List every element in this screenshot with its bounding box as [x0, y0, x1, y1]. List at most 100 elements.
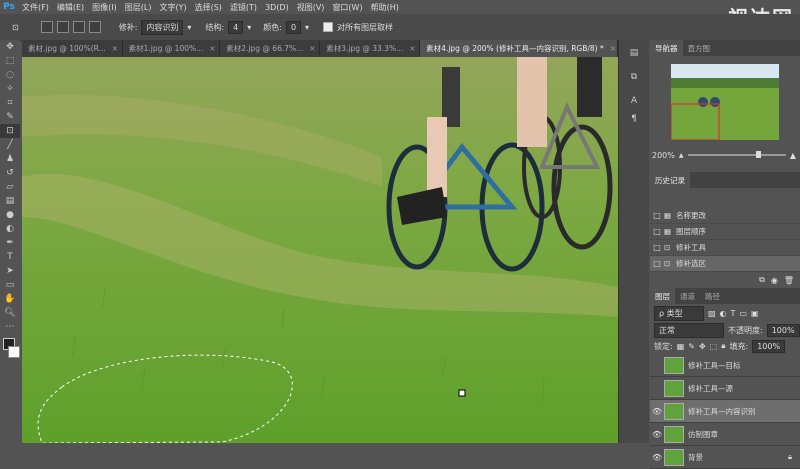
layer-name[interactable]: 修补工具—目标 [688, 360, 741, 371]
layer-name[interactable]: 背景 [688, 452, 703, 463]
history-item[interactable]: □ ▦ 名称更改 [650, 208, 800, 224]
layer-row[interactable]: 👁︎ 背景 🔒︎ [650, 446, 800, 469]
pen-tool-icon[interactable]: ✒ [0, 236, 20, 250]
layer-row[interactable]: 👁︎ 修补工具—内容识别 [650, 400, 800, 423]
type-tool-icon[interactable]: T [0, 250, 20, 264]
menu-3d[interactable]: 3D(D) [261, 3, 293, 12]
tab-navigator[interactable]: 导航器 [650, 40, 683, 56]
menu-select[interactable]: 选择(S) [191, 2, 226, 13]
history-snapshot[interactable] [650, 188, 800, 208]
layer-row[interactable]: 修补工具—目标 [650, 354, 800, 377]
shape-tool-icon[interactable]: ▭ [0, 278, 20, 292]
tab-doc-1[interactable]: 素材1.jpg @ 100%... × [123, 40, 221, 57]
history-checkbox[interactable]: □ [650, 227, 664, 236]
tab-doc-4[interactable]: 素材4.jpg @ 200% (修补工具—内容识别, RGB/8) * × [420, 40, 619, 57]
layer-name[interactable]: 仿制图章 [688, 429, 718, 440]
history-checkbox[interactable]: □ [650, 259, 664, 268]
camera-icon[interactable]: ◉ [771, 276, 778, 285]
lock-transparent-icon[interactable]: ▦ [677, 342, 685, 351]
eye-icon[interactable]: 👁︎ [650, 430, 664, 439]
path-select-icon[interactable]: ➤ [0, 264, 20, 278]
lock-move-icon[interactable]: ✥ [699, 342, 706, 351]
history-checkbox[interactable]: □ [650, 243, 664, 252]
filter-adjust-icon[interactable]: ◐ [720, 309, 727, 318]
paragraph-panel-icon[interactable]: ¶ [619, 112, 649, 126]
menu-layer[interactable]: 图层(L) [121, 2, 156, 13]
layer-row[interactable]: 修补工具—源 [650, 377, 800, 400]
filter-type-icon[interactable]: T [731, 309, 736, 318]
patch-tool-icon[interactable]: ⊡ [0, 124, 20, 138]
history-item[interactable]: □ ⊡ 修补选区 [650, 256, 800, 272]
blur-tool-icon[interactable]: ● [0, 208, 20, 222]
tab-doc-2[interactable]: 素材2.jpg @ 66.7%... × [220, 40, 321, 57]
layer-name[interactable]: 修补工具—源 [688, 383, 733, 394]
lock-paint-icon[interactable]: ✎ [688, 342, 695, 351]
eye-icon[interactable]: 👁︎ [650, 407, 664, 416]
lock-all-icon[interactable]: 🔒︎ [721, 341, 725, 351]
close-icon[interactable]: × [112, 44, 118, 53]
zoom-tool-icon[interactable]: 🔍︎ [0, 306, 20, 320]
gradient-tool-icon[interactable]: ▤ [0, 194, 20, 208]
menu-window[interactable]: 窗口(W) [328, 2, 366, 13]
color-input[interactable]: 0 [285, 20, 302, 34]
background-color-swatch[interactable] [8, 346, 20, 358]
structure-input[interactable]: 4 [228, 20, 244, 34]
new-document-icon[interactable]: ⧉ [759, 275, 765, 285]
history-panel-icon[interactable]: ▤ [619, 46, 649, 60]
opacity-input[interactable]: 100% [766, 323, 800, 337]
intersect-selection-button[interactable] [88, 21, 101, 33]
trash-icon[interactable]: 🗑︎ [784, 276, 794, 285]
history-item[interactable]: □ ▦ 图层顺序 [650, 224, 800, 240]
subtract-selection-button[interactable] [72, 21, 85, 33]
menu-edit[interactable]: 编辑(E) [53, 2, 88, 13]
close-icon[interactable]: × [610, 44, 616, 53]
menu-image[interactable]: 图像(I) [88, 2, 121, 13]
hand-tool-icon[interactable]: ✋ [0, 292, 20, 306]
layer-kind-select[interactable]: ρ 类型 [654, 305, 704, 321]
close-icon[interactable]: × [309, 44, 315, 53]
menu-filter[interactable]: 滤镜(T) [226, 2, 261, 13]
tab-paths[interactable]: 路径 [700, 288, 725, 304]
layer-comps-icon[interactable]: ⧉ [619, 70, 649, 84]
patch-tool-icon[interactable]: ⊡ [12, 23, 19, 32]
menu-view[interactable]: 视图(V) [293, 2, 329, 13]
document-canvas[interactable] [22, 57, 618, 443]
fill-input[interactable]: 100% [752, 339, 786, 353]
zoom-in-icon[interactable]: ▲ [790, 151, 796, 160]
history-item[interactable]: □ ⊡ 修补工具 [650, 240, 800, 256]
history-brush-icon[interactable]: ↺ [0, 166, 20, 180]
tab-doc-0[interactable]: 素材.jpg @ 100%(R... × [22, 40, 123, 57]
layer-name[interactable]: 修补工具—内容识别 [688, 406, 756, 417]
filter-pixel-icon[interactable]: ▨ [708, 309, 716, 318]
marquee-tool-icon[interactable]: ⬚ [0, 54, 20, 68]
character-panel-icon[interactable]: A [619, 94, 649, 108]
tab-channels[interactable]: 通道 [675, 288, 700, 304]
close-icon[interactable]: × [209, 44, 215, 53]
add-selection-button[interactable] [56, 21, 69, 33]
tab-histogram[interactable]: 直方图 [683, 40, 716, 56]
filter-smart-icon[interactable]: ▣ [751, 309, 759, 318]
magic-wand-tool-icon[interactable]: ✧ [0, 82, 20, 96]
new-selection-button[interactable] [40, 21, 53, 33]
zoom-slider-thumb[interactable] [756, 151, 762, 158]
blend-mode-select[interactable]: 正常 [654, 322, 724, 338]
eye-icon[interactable]: 👁︎ [650, 453, 664, 462]
eraser-tool-icon[interactable]: ▱ [0, 180, 20, 194]
lasso-tool-icon[interactable]: ◌ [0, 68, 20, 82]
menu-file[interactable]: 文件(F) [18, 2, 53, 13]
sample-all-layers-checkbox[interactable] [323, 22, 334, 32]
navigator-preview[interactable] [650, 56, 800, 148]
zoom-out-icon[interactable]: ▲ [679, 152, 684, 159]
zoom-value[interactable]: 200% [652, 151, 675, 160]
tab-doc-3[interactable]: 素材3.jpg @ 33.3%... × [320, 40, 421, 57]
eyedropper-tool-icon[interactable]: ✎ [0, 110, 20, 124]
tab-layers[interactable]: 图层 [650, 288, 675, 304]
tab-history[interactable]: 历史记录 [650, 172, 690, 188]
patch-mode-select[interactable]: 内容识别 [141, 19, 184, 35]
brush-tool-icon[interactable]: ╱ [0, 138, 20, 152]
stamp-tool-icon[interactable]: ♟ [0, 152, 20, 166]
close-icon[interactable]: × [409, 44, 415, 53]
move-tool-icon[interactable]: ✥ [0, 40, 20, 54]
history-checkbox[interactable]: □ [650, 211, 664, 220]
dodge-tool-icon[interactable]: ◐ [0, 222, 20, 236]
